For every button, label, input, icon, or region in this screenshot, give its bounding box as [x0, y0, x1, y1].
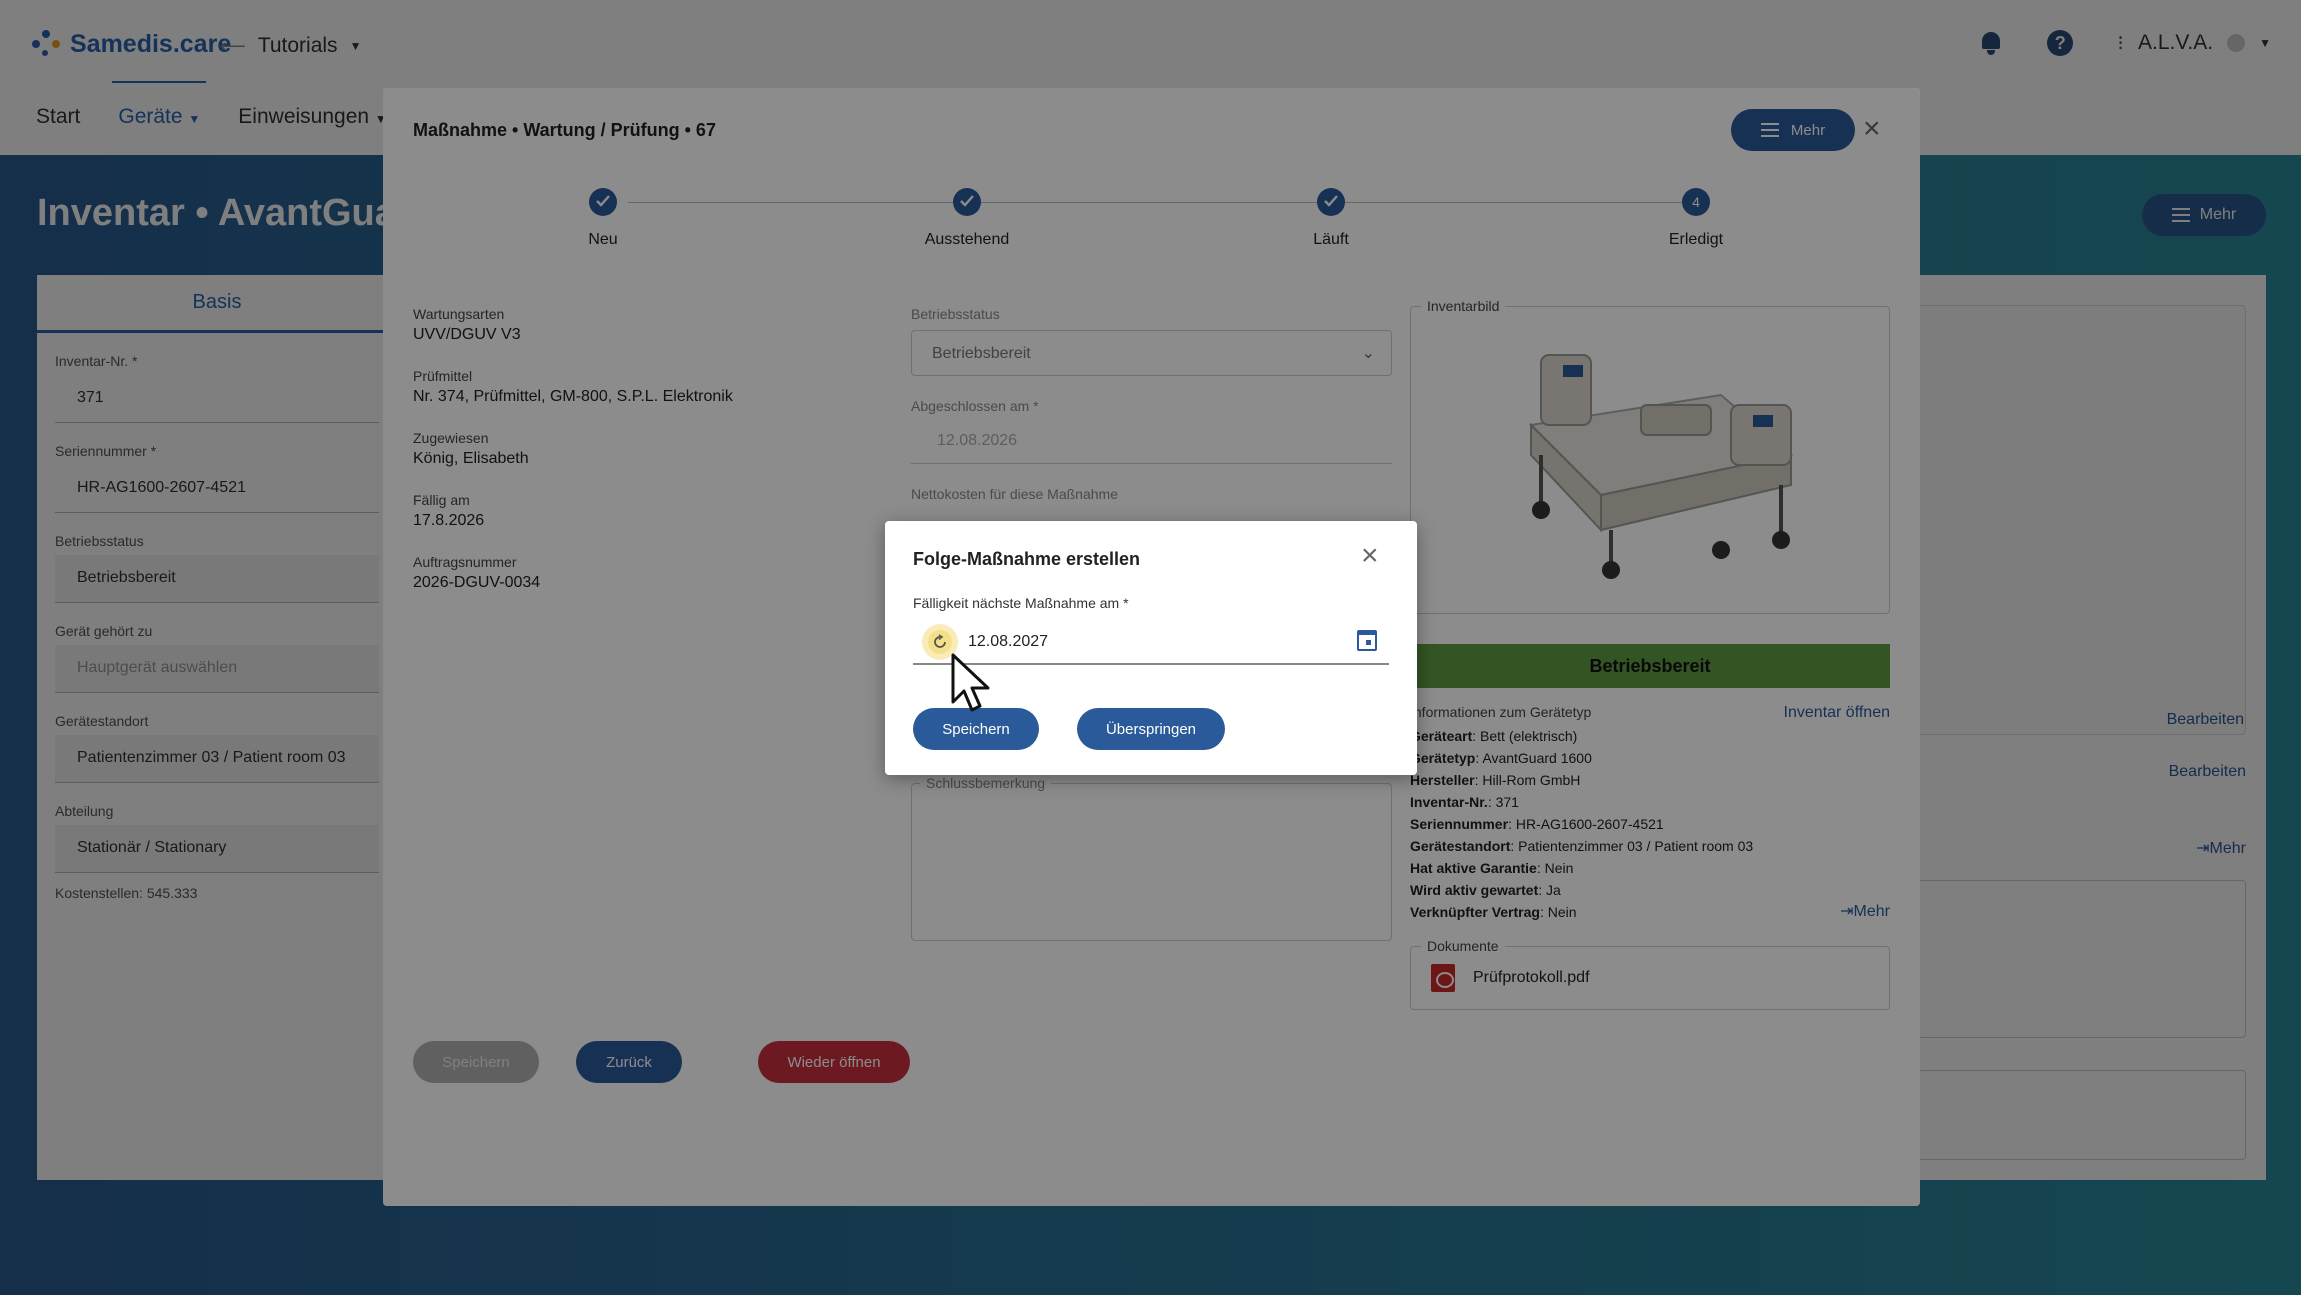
faelligkeit-label: Fälligkeit nächste Maßnahme am *	[913, 595, 1129, 611]
faelligkeit-value: 12.08.2027	[968, 633, 1049, 650]
close-icon[interactable]: ×	[1361, 541, 1379, 571]
mouse-cursor-icon	[951, 653, 990, 712]
folge-massnahme-dialog: Folge-Maßnahme erstellen × Fälligkeit nä…	[885, 521, 1417, 775]
dialog-title: Folge-Maßnahme erstellen	[913, 549, 1141, 569]
ueberspringen-button[interactable]: Überspringen	[1077, 708, 1225, 750]
speichern-button[interactable]: Speichern	[913, 708, 1039, 750]
reset-icon[interactable]	[928, 630, 952, 654]
calendar-icon[interactable]	[1357, 630, 1377, 651]
